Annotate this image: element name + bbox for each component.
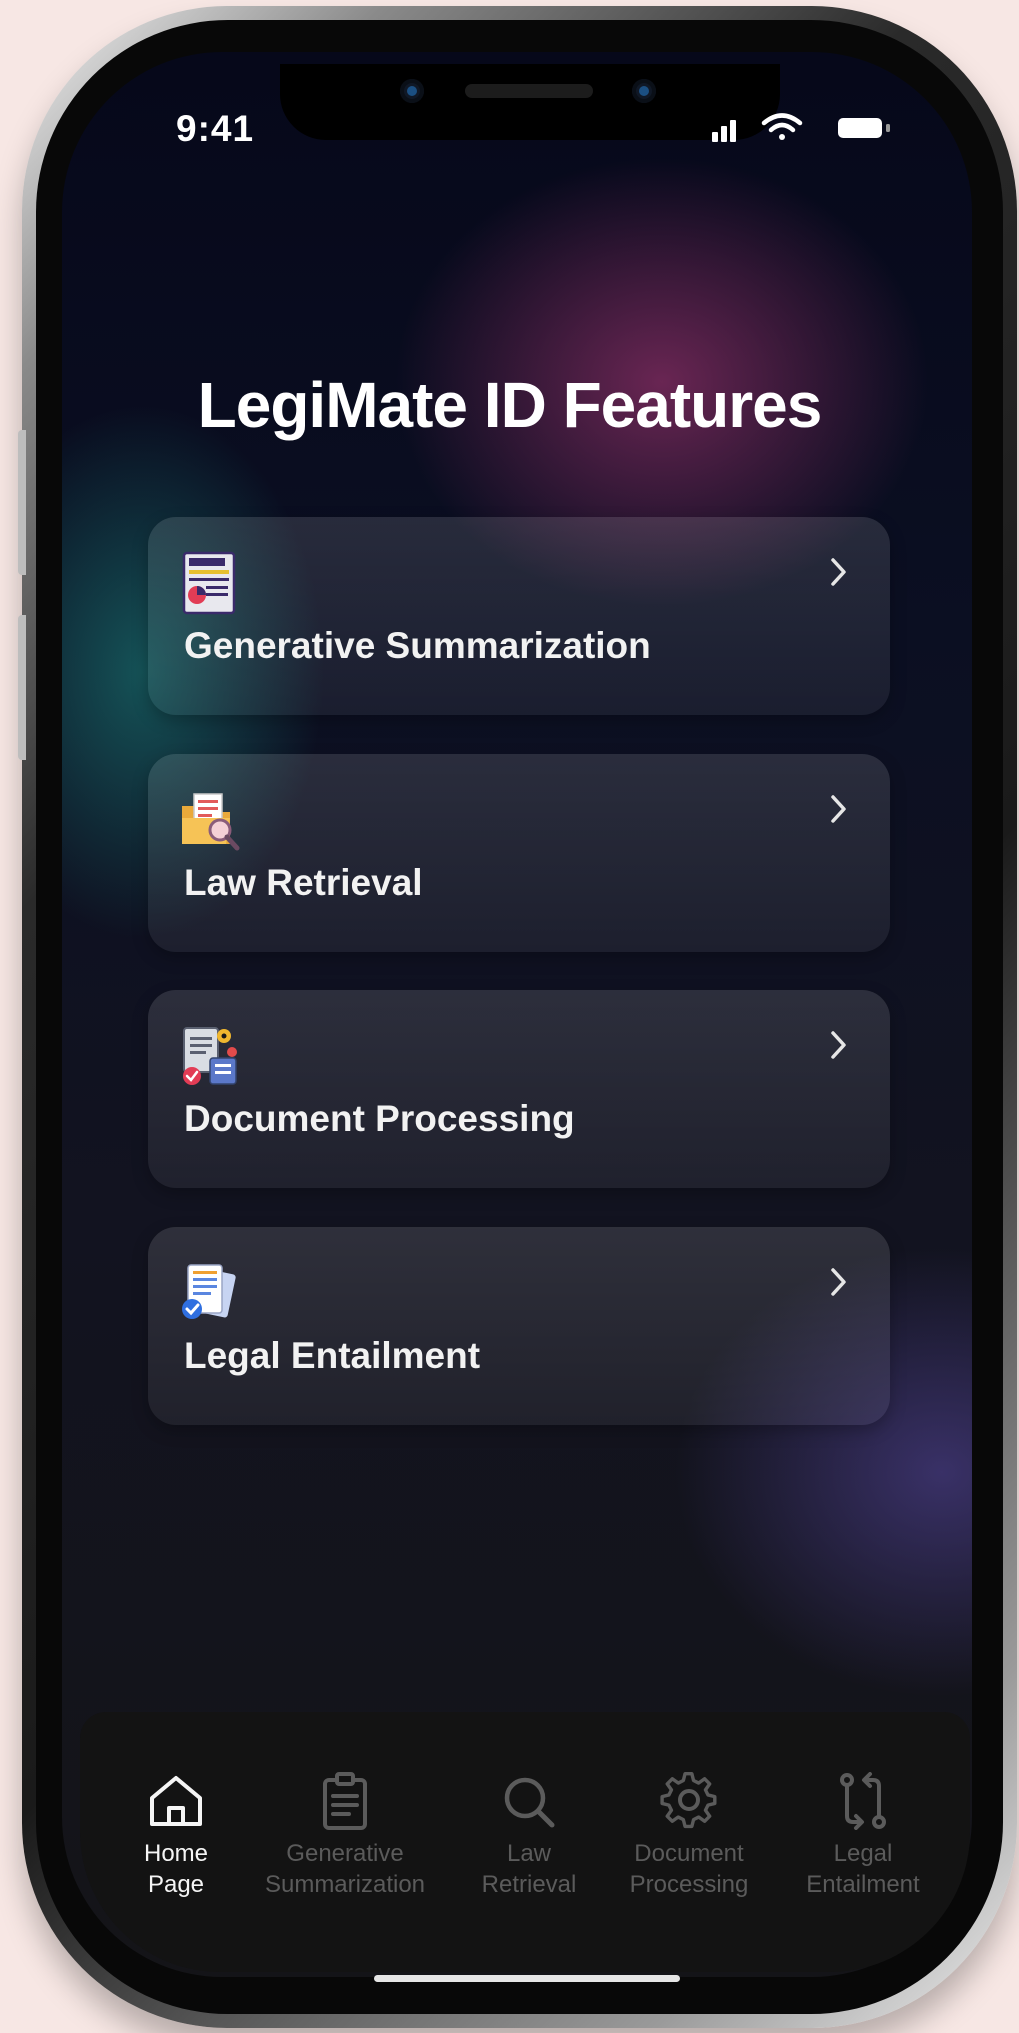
tab-generative-summarization[interactable]: Generative Summarization: [260, 1772, 430, 1900]
feature-card-law-retrieval[interactable]: Law Retrieval: [148, 754, 890, 952]
folder-search-icon: [182, 793, 240, 851]
camera-icon: [400, 79, 424, 103]
tab-label: Law Retrieval: [481, 1840, 577, 1898]
home-icon: [150, 1776, 202, 1826]
wifi-icon: [761, 113, 803, 140]
feature-label: Legal Entailment: [184, 1335, 481, 1376]
tab-label: Generative Summarization: [264, 1840, 426, 1898]
tab-legal-entailment[interactable]: Legal Entailment: [778, 1772, 948, 1900]
chevron-right-icon: [831, 1268, 846, 1296]
search-icon: [504, 1777, 555, 1828]
status-icons: [712, 113, 890, 142]
feature-label: Law Retrieval: [184, 862, 423, 903]
volume-up-button: [18, 430, 26, 575]
notch: [280, 64, 780, 140]
feature-label: Document Processing: [184, 1098, 575, 1139]
documents-check-icon: [182, 1264, 236, 1319]
tab-law-retrieval[interactable]: Law Retrieval: [444, 1772, 614, 1900]
battery-icon: [838, 118, 890, 138]
summary-document-icon: [182, 551, 236, 615]
tab-label: Home Page: [143, 1840, 209, 1898]
gear-icon: [660, 1772, 717, 1829]
tab-label: Legal Entailment: [806, 1840, 920, 1898]
speaker-grille: [465, 84, 593, 98]
home-indicator: [374, 1975, 680, 1982]
feature-label: Generative Summarization: [184, 625, 651, 666]
chevron-right-icon: [831, 558, 846, 586]
feature-card-legal-entailment[interactable]: Legal Entailment: [148, 1227, 890, 1425]
feature-card-generative-summarization[interactable]: Generative Summarization: [148, 517, 890, 715]
chevron-right-icon: [831, 795, 846, 823]
tab-label: Document Processing: [629, 1840, 749, 1898]
chevron-right-icon: [831, 1031, 846, 1059]
clipboard-icon: [323, 1772, 367, 1830]
tab-document-processing[interactable]: Document Processing: [604, 1772, 774, 1900]
git-compare-icon: [840, 1772, 886, 1830]
feature-card-document-processing[interactable]: Document Processing: [148, 990, 890, 1188]
volume-down-button: [18, 615, 26, 760]
tab-home-page[interactable]: Home Page: [91, 1772, 261, 1900]
signal-icon: [712, 120, 736, 142]
sensor-icon: [632, 79, 656, 103]
status-time: 9:41: [176, 108, 255, 149]
page-title: LegiMate ID Features: [197, 369, 823, 441]
document-gear-icon: [183, 1027, 237, 1085]
